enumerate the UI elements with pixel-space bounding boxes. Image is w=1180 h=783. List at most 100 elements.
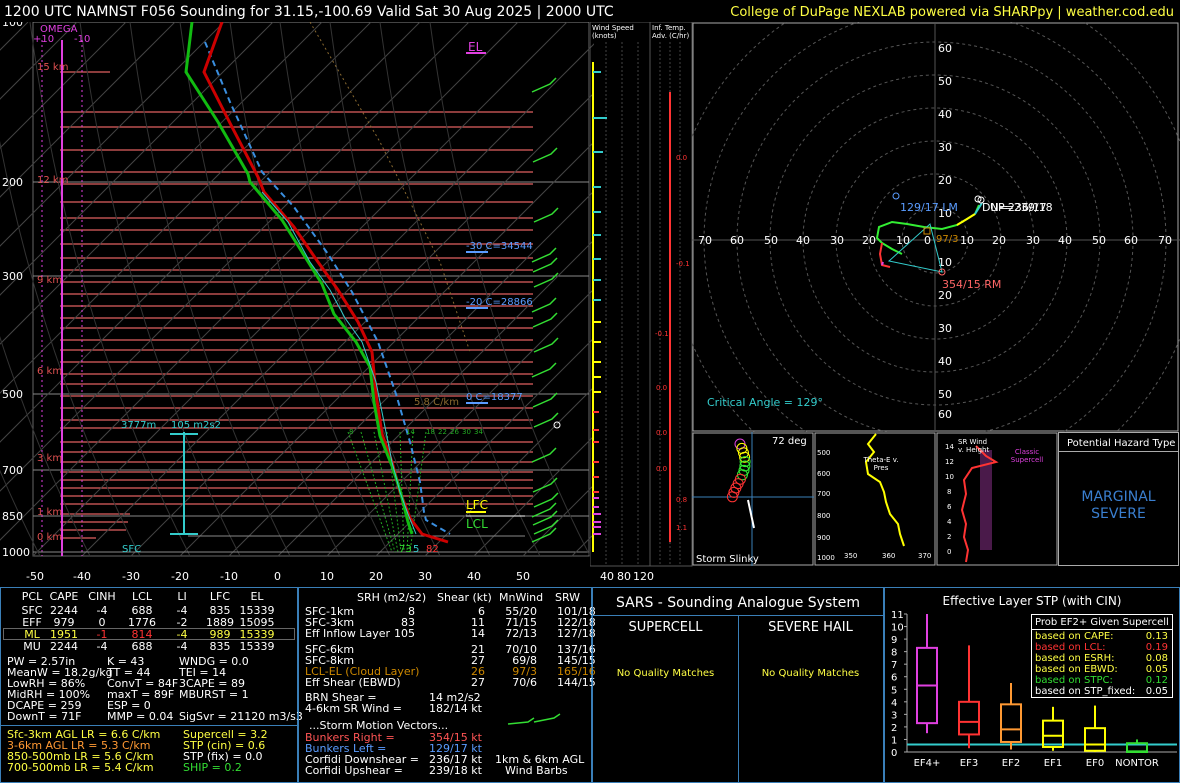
wb-label: 30: [462, 428, 471, 436]
stp-category-label: EF3: [960, 758, 978, 769]
hodo-ring-label: 50: [938, 75, 952, 88]
hodograph: 60 50 40 30 20 10 10 20 30 40 50 60 70 60…: [692, 22, 1180, 432]
inf-temp-value: 0.0: [656, 384, 667, 392]
stp-y-label: 10: [891, 623, 904, 634]
parcel-header: PCL: [21, 590, 43, 603]
hodo-ring-label: 30: [938, 322, 952, 335]
wetbulb-profile: [261, 191, 417, 535]
skewt-diagram: OMEGA +10 -10 100 200 300 500 700 850 10…: [0, 22, 594, 583]
kinematic-header: MnWind: [499, 591, 544, 604]
eff-layer-label: 3777m: [121, 420, 156, 431]
stp-box: [1042, 719, 1064, 748]
hodo-x-label: 40: [796, 234, 810, 247]
stp-category-label: EF0: [1086, 758, 1104, 769]
stp-category-label: EF2: [1002, 758, 1020, 769]
kinematic-header: SRH (m2/s2): [357, 591, 427, 604]
theta-frame: [814, 432, 936, 566]
hodo-x-label: 50: [764, 234, 778, 247]
parcel-header: LCL: [132, 590, 152, 603]
dry-adiabat: [229, 22, 391, 557]
inf-temp-value: 0.0: [656, 429, 667, 437]
dry-adiabat: [379, 22, 541, 557]
sars-no-match-hail: No Quality Matches: [761, 668, 860, 679]
iso0-label: 0 C=18377: [466, 392, 523, 403]
left-mover-label: 129/17 LM: [900, 201, 958, 214]
sr-wind-panel: 14 12 10 8 6 4 2 0 SR Wind v. Height Cla…: [936, 432, 1058, 566]
hodo-ring-label: 40: [938, 108, 952, 121]
kinematic-panel: SRH (m2/s2) Shear (kt) MnWind SRW SFC-1km 8 6 5…: [298, 587, 596, 783]
hazard-value-line1: MARGINAL: [1081, 489, 1156, 505]
wb-label: 14: [406, 428, 415, 436]
srwind-y-label: 6: [947, 503, 952, 511]
wb-label: 8: [349, 428, 353, 436]
kinematic-header: SRW: [555, 591, 581, 604]
lfc-label: LFC: [466, 498, 488, 512]
inf-temp-value: 0.0: [676, 154, 687, 162]
stp-legend-title: Prob EF2+ Given Supercell: [1035, 617, 1169, 628]
parcel-header: CINH: [88, 590, 116, 603]
hodo-trace-upper: [974, 202, 983, 215]
stp-box: [1000, 703, 1022, 743]
wind-barb: [533, 207, 559, 223]
parcel-cell: 835: [209, 640, 231, 653]
sfc-wetbulb-label: 5: [413, 544, 419, 555]
thermo-index: DownT = 71F: [7, 710, 82, 723]
wind-speed-frame: [590, 22, 651, 567]
dry-adiabat: [279, 22, 441, 557]
height-label: 15 km: [37, 62, 68, 73]
lapse-guide: [309, 22, 471, 353]
credit-text: College of DuPage NEXLAB powered via SHA…: [730, 5, 1174, 20]
dry-adiabat: [29, 22, 191, 557]
theta-x-label: 350: [844, 552, 857, 560]
wind-barb: [533, 519, 559, 535]
hodo-ring-label: 60: [938, 408, 952, 421]
stp-y-label: 6: [891, 673, 897, 684]
inf-temp-title: Inf. Temp. Adv. (C/hr): [652, 24, 690, 40]
motion-value: 239/18 kt: [429, 764, 482, 777]
pressure-label: 850: [2, 510, 23, 523]
thermo-index: MMP = 0.04: [107, 710, 174, 723]
temp-label: -50: [26, 570, 44, 583]
pressure-label: 200: [2, 176, 23, 189]
temp-label: -40: [73, 570, 91, 583]
wb-label: 22: [438, 428, 447, 436]
temp-label: 10: [320, 570, 334, 583]
hodo-trace-top: [881, 261, 884, 266]
wb-label: 18: [426, 428, 435, 436]
inf-temp-value: 0.0: [656, 465, 667, 473]
omega-tick-minus: -10: [74, 34, 90, 45]
theta-pres-label: 900: [817, 534, 830, 542]
wind-barb: [531, 362, 557, 378]
wind-barb: [531, 447, 557, 463]
kinematic-cell: 27: [471, 676, 485, 689]
srwind-y-label: 12: [945, 458, 954, 466]
ship-index: SHIP = 0.2: [183, 761, 242, 774]
theta-pres-label: 1000: [817, 554, 835, 562]
critical-angle: Critical Angle = 129°: [707, 396, 823, 409]
sounding-title: 1200 UTC NAMNST F056 Sounding for 31.15,…: [4, 4, 614, 20]
corfidi-up-label: UP=239/18: [990, 201, 1053, 214]
stp-category-label: EF1: [1044, 758, 1062, 769]
stp-legend: Prob EF2+ Given Supercell based on CAPE:…: [1031, 614, 1173, 698]
hodo-ring-label: 30: [938, 141, 952, 154]
hodo-x-label: 30: [1026, 234, 1040, 247]
hodo-x-label: 0: [924, 234, 931, 247]
sars-split: [738, 615, 739, 782]
pressure-label: 500: [2, 388, 23, 401]
wind-barb: [532, 510, 558, 526]
iso30-label: -30 C=34544: [466, 241, 533, 252]
sars-panel: SARS - Sounding Analogue System SUPERCEL…: [592, 587, 884, 783]
theta-x-label: 360: [882, 552, 895, 560]
kinematic-cell: 144/15: [557, 676, 596, 689]
hodo-x-label: 40: [1058, 234, 1072, 247]
parcel-header: LI: [177, 590, 187, 603]
slinky-deg: 72 deg: [772, 436, 807, 447]
thermo-index: SigSvr = 21120 m3/s3: [179, 710, 303, 723]
slinky-circles: [726, 438, 751, 503]
srwind-y-label: 14: [945, 443, 954, 451]
stp-y-label: 4: [891, 698, 897, 709]
el-label: EL: [468, 40, 483, 54]
stp-category-label: NONTOR: [1115, 758, 1159, 769]
dewpoint-profile: [184, 22, 414, 535]
left-mover-marker: [892, 192, 900, 200]
